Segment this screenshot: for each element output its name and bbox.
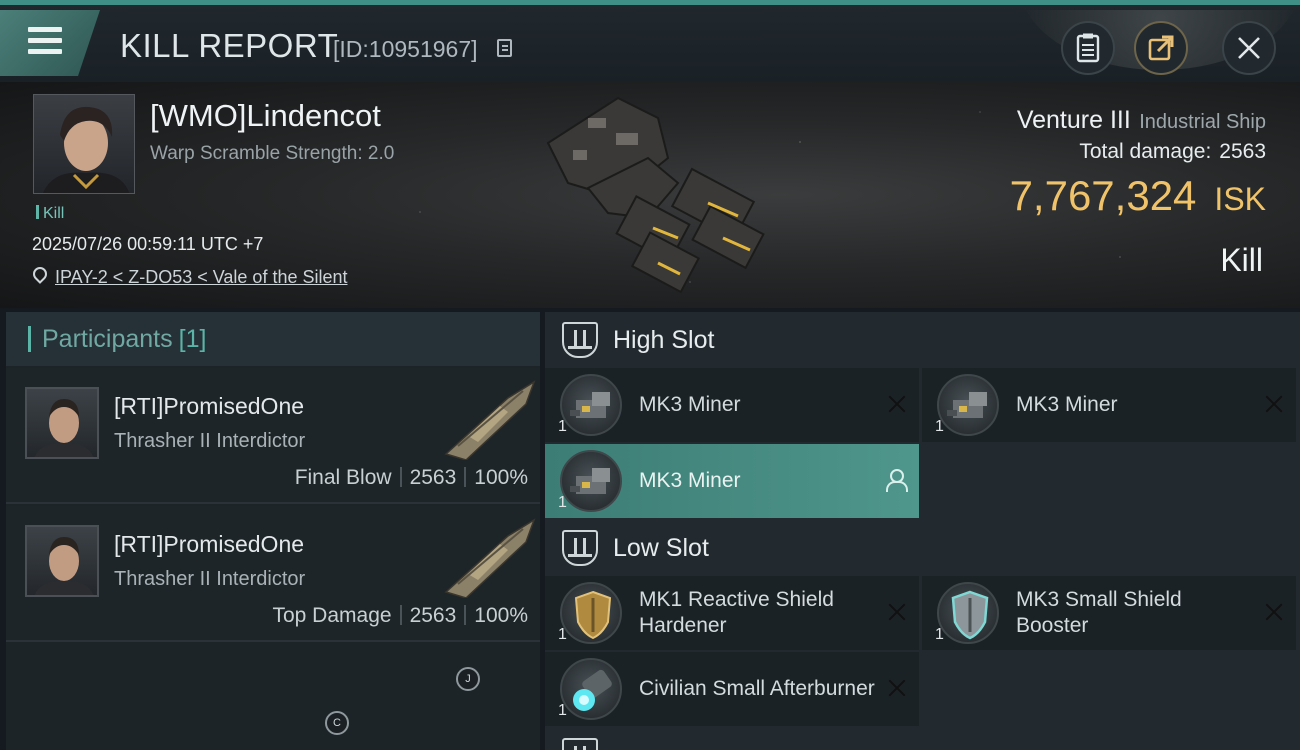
copy-icon[interactable] [497,39,512,57]
participants-title: Participants [1] [42,325,207,353]
participant-ship: Thrasher II Interdictor [114,568,306,590]
item-quantity: 1 [935,626,944,643]
participants-header[interactable]: Participants [1] [6,312,540,366]
item-name: MK3 Miner [1016,393,1118,416]
isk-value: 7,767,324 [1009,172,1197,219]
fitting-item[interactable]: 1 MK1 Reactive Shield Hardener [545,576,919,650]
clipboard-icon [1076,33,1100,63]
victim-ship-line: Venture III Industrial Ship [1017,106,1266,135]
fitting-item[interactable]: 1 MK3 Miner [545,368,919,442]
participants-panel: Participants [1] [RTI]PromisedOne Thrashe… [6,312,540,750]
item-quantity: 1 [558,418,567,435]
miner-module-icon [560,374,622,436]
miner-module-icon [937,374,999,436]
participant-ship-image [444,518,536,598]
report-id: [ID:10951967] [333,36,478,62]
kill-result: Kill [1220,242,1263,278]
x-icon [887,602,907,622]
participant-row[interactable]: [RTI]PromisedOne Thrasher II Interdictor… [6,368,540,504]
next-slot-header-partial [545,732,1300,750]
low-slot-header: Low Slot [545,520,1300,576]
location-link[interactable]: IPAY-2 < Z-DO53 < Vale of the Silent [55,267,348,288]
share-button[interactable] [1134,21,1188,75]
item-name: MK3 Miner [639,469,741,492]
total-damage: Total damage: 2563 [1079,140,1266,164]
kill-datetime: 2025/07/26 00:59:11 UTC +7 [32,234,264,254]
slot-shield-icon [562,322,598,358]
close-icon [1238,37,1260,59]
victim-ship-name[interactable]: Venture III [1017,106,1131,134]
kill-tag: Kill [36,205,64,223]
isk-unit: ISK [1214,181,1266,217]
x-icon [887,678,907,698]
victim-ship-image [546,96,765,294]
participant-damage: 2563 [409,466,457,489]
overlay-marker-c[interactable]: C [325,711,349,735]
slot-shield-icon [562,738,598,750]
x-icon [1264,602,1284,622]
miner-module-icon [560,450,622,512]
participant-damage: 2563 [409,604,457,627]
participants-count: [1] [178,325,207,353]
warp-scramble-strength: Warp Scramble Strength: 2.0 [150,143,395,164]
top-bar: KILL REPORT [ID:10951967] [0,0,1300,82]
item-quantity: 1 [558,626,567,643]
item-quantity: 1 [935,418,944,435]
isk-value-line: 7,767,324 ISK [1010,172,1266,220]
item-name: Civilian Small Afterburner [639,677,875,700]
person-icon [885,469,908,492]
fitting-item[interactable]: 1 Civilian Small Afterburner [545,652,919,726]
participant-percent: 100% [474,466,528,489]
afterburner-icon [560,658,622,720]
close-button[interactable] [1222,21,1276,75]
participant-stats: Final Blow 2563 100% [295,466,528,490]
participant-role: Final Blow [294,466,392,489]
participant-avatar[interactable] [25,387,99,459]
participant-name[interactable]: [RTI]PromisedOne [114,393,304,420]
slot-shield-icon [562,530,598,566]
notes-button[interactable] [1061,21,1115,75]
item-name: MK3 Miner [639,393,741,416]
fittings-panel: High Slot 1 MK3 Miner 1 MK3 Miner 1 MK3 … [545,312,1300,750]
portrait-image [34,537,94,595]
share-icon [1148,35,1174,61]
victim-avatar[interactable] [33,94,135,194]
page-title: KILL REPORT [120,27,339,64]
item-quantity: 1 [558,702,567,719]
fitting-item-selected[interactable]: 1 MK3 Miner [545,444,919,518]
shield-hardener-icon [560,582,622,644]
high-slot-header: High Slot [545,312,1300,368]
participant-percent: 100% [474,604,528,627]
item-quantity: 1 [558,494,567,511]
participant-name[interactable]: [RTI]PromisedOne [114,531,304,558]
participant-stats: Top Damage 2563 100% [272,604,528,628]
fitting-item[interactable]: 1 MK3 Small Shield Booster [922,576,1296,650]
participant-row[interactable]: [RTI]PromisedOne Thrasher II Interdictor… [6,506,540,642]
item-name: MK3 Small Shield Booster [1016,588,1182,637]
victim-panel: [WMO]Lindencot Warp Scramble Strength: 2… [0,82,1300,308]
fitting-item[interactable]: 1 MK3 Miner [922,368,1296,442]
total-damage-label: Total damage: [1079,140,1212,163]
shield-booster-icon [937,582,999,644]
participant-ship: Thrasher II Interdictor [114,430,306,452]
x-icon [1264,394,1284,414]
hamburger-icon [28,27,62,60]
low-slot-title: Low Slot [613,534,709,562]
header-accent [28,326,31,352]
overlay-marker-j[interactable]: J [456,667,480,691]
item-name: MK1 Reactive Shield Hardener [639,588,834,637]
total-damage-value: 2563 [1219,140,1266,163]
menu-button[interactable] [0,10,100,76]
victim-ship-class: Industrial Ship [1139,111,1266,133]
participant-avatar[interactable] [25,525,99,597]
portrait-image [34,399,94,457]
victim-name[interactable]: [WMO]Lindencot [150,98,381,134]
x-icon [887,394,907,414]
high-slot-title: High Slot [613,326,715,354]
participant-ship-image [444,380,536,460]
participant-role: Top Damage [272,604,392,627]
portrait-image [42,106,130,193]
